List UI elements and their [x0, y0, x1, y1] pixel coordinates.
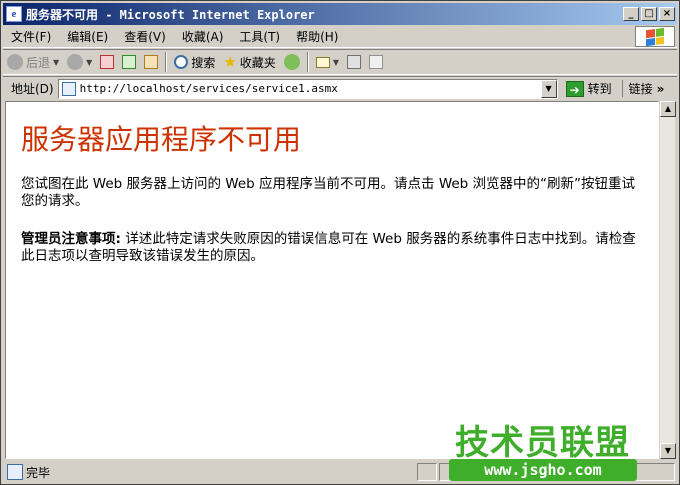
- search-label: 搜索: [191, 55, 216, 70]
- forward-arrow-icon: [67, 54, 84, 70]
- menu-help[interactable]: 帮助(H): [288, 28, 346, 45]
- standard-toolbar: 后退 ▼ ▼ 搜索 ★ 收藏夹 ▼: [3, 49, 677, 75]
- admin-note: 管理员注意事项: 详述此特定请求失败原因的错误信息可在 Web 服务器的系统事件…: [21, 231, 641, 265]
- toolbar-separator: [306, 52, 309, 72]
- windows-logo-icon: [635, 26, 675, 47]
- menu-edit[interactable]: 编辑(E): [59, 28, 116, 45]
- favorites-button[interactable]: ★ 收藏夹: [219, 51, 279, 73]
- menu-tools[interactable]: 工具(T): [231, 28, 288, 45]
- stop-button[interactable]: [96, 51, 118, 73]
- address-label: 地址(D): [11, 82, 54, 96]
- links-button[interactable]: 链接: [621, 80, 653, 97]
- status-text: 完毕: [26, 465, 51, 480]
- refresh-button[interactable]: [118, 51, 140, 73]
- media-icon: [283, 54, 300, 70]
- home-icon: [144, 55, 159, 69]
- address-input[interactable]: http://localhost/services/service1.asmx …: [57, 78, 558, 99]
- forward-button[interactable]: ▼: [63, 51, 96, 73]
- unavailable-message: 您试图在此 Web 服务器上访问的 Web 应用程序当前不可用。请点击 Web …: [21, 176, 636, 209]
- menu-view[interactable]: 查看(V): [116, 28, 174, 45]
- forward-dropdown-icon[interactable]: ▼: [86, 58, 92, 67]
- address-url[interactable]: http://localhost/services/service1.asmx: [80, 82, 338, 95]
- mail-dropdown-icon[interactable]: ▼: [333, 58, 339, 67]
- watermark-title: 技术员联盟: [455, 423, 630, 463]
- page-content: 服务器应用程序不可用 您试图在此 Web 服务器上访问的 Web 应用程序当前不…: [5, 101, 659, 459]
- page-heading: 服务器应用程序不可用: [21, 123, 302, 156]
- edit-page-icon: [368, 55, 383, 69]
- toolbar-separator: [165, 52, 168, 72]
- media-button[interactable]: [280, 51, 304, 73]
- ie-icon: e: [6, 6, 22, 22]
- minimize-button[interactable]: _: [623, 7, 639, 21]
- window-title: 服务器不可用 - Microsoft Internet Explorer: [26, 7, 315, 22]
- close-button[interactable]: ×: [659, 7, 675, 21]
- search-button[interactable]: 搜索: [170, 51, 219, 73]
- scroll-down-button[interactable]: ▼: [660, 443, 676, 459]
- back-button[interactable]: 后退 ▼: [3, 51, 63, 73]
- page-icon: [61, 81, 76, 96]
- mail-button[interactable]: ▼: [312, 51, 343, 73]
- status-page-icon: [7, 464, 23, 480]
- menu-favorites[interactable]: 收藏(A): [174, 28, 232, 45]
- menu-bar: 文件(F) 编辑(E) 查看(V) 收藏(A) 工具(T) 帮助(H): [3, 26, 677, 48]
- back-dropdown-icon[interactable]: ▼: [53, 58, 59, 67]
- status-panel: [417, 463, 437, 481]
- menu-file[interactable]: 文件(F): [3, 28, 59, 45]
- mail-icon: [315, 56, 330, 68]
- back-label: 后退: [26, 55, 51, 70]
- search-icon: [174, 55, 189, 69]
- watermark-url: www.jsgho.com: [449, 459, 637, 481]
- home-button[interactable]: [140, 51, 162, 73]
- go-arrow-icon: ➔: [565, 80, 584, 97]
- address-dropdown-icon[interactable]: ▼: [540, 79, 557, 98]
- window-controls: _ □ ×: [623, 7, 675, 21]
- refresh-icon: [122, 55, 137, 69]
- star-icon: ★: [223, 53, 237, 71]
- back-arrow-icon: [7, 54, 23, 70]
- maximize-button[interactable]: □: [641, 7, 657, 21]
- title-bar[interactable]: e 服务器不可用 - Microsoft Internet Explorer _…: [3, 3, 677, 25]
- scroll-up-button[interactable]: ▲: [660, 101, 676, 117]
- print-icon: [346, 55, 361, 69]
- favorites-label: 收藏夹: [239, 55, 276, 70]
- ie-window: e 服务器不可用 - Microsoft Internet Explorer _…: [0, 0, 680, 485]
- chevron-right-icon[interactable]: »: [657, 82, 665, 96]
- go-label: 转到: [587, 82, 612, 96]
- watermark-logo: 技术员联盟 www.jsgho.com: [449, 415, 639, 483]
- print-button[interactable]: [343, 51, 365, 73]
- edit-button[interactable]: [365, 51, 387, 73]
- admin-note-label: 管理员注意事项:: [21, 231, 121, 247]
- stop-icon: [100, 55, 115, 69]
- go-button[interactable]: ➔ 转到: [565, 80, 612, 97]
- vertical-scrollbar[interactable]: ▲ ▼: [659, 101, 676, 459]
- address-bar: 地址(D) http://localhost/services/service1…: [3, 76, 677, 100]
